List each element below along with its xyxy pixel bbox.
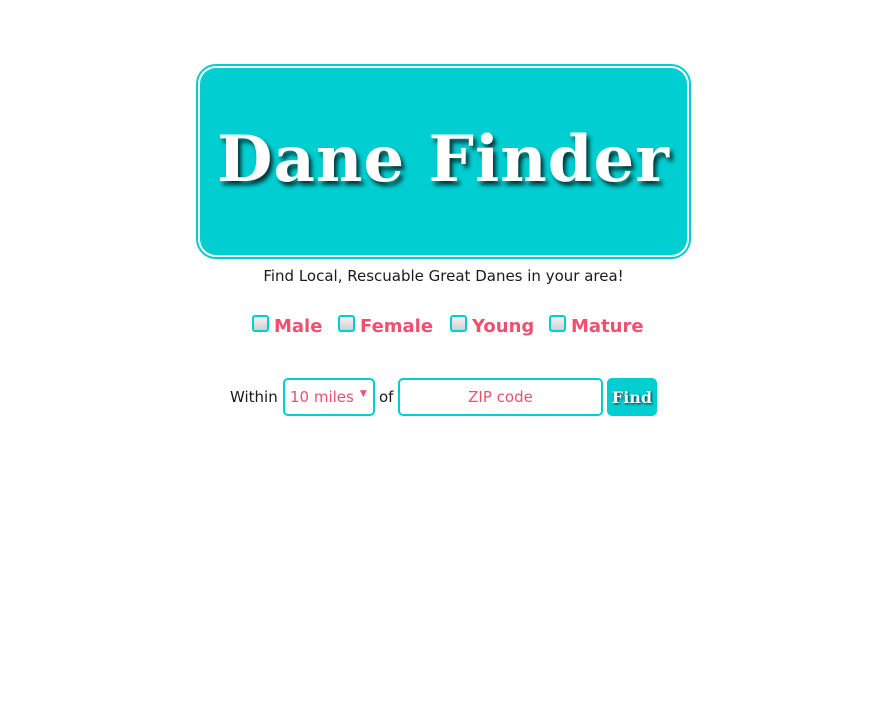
search-row: Within 10 miles ▼ of Find (0, 378, 870, 418)
filter-mature[interactable]: Mature (549, 312, 644, 337)
dropdown-arrow-icon: ▼ (359, 389, 367, 399)
radius-select[interactable]: 10 miles ▼ (283, 378, 375, 416)
filter-female[interactable]: Female (338, 312, 433, 337)
zip-code-input[interactable] (398, 378, 603, 416)
filter-male[interactable]: Male (252, 312, 322, 337)
within-label: Within (230, 388, 278, 406)
header-banner: Dane Finder (196, 64, 691, 259)
filter-label-young: Young (472, 316, 535, 337)
filter-label-female: Female (360, 316, 434, 337)
female-checkbox[interactable] (338, 315, 355, 332)
radius-selected-value: 10 miles (290, 388, 354, 406)
mature-checkbox[interactable] (549, 315, 566, 332)
young-checkbox[interactable] (450, 315, 467, 332)
filter-group: Male Female Young Mature (0, 312, 870, 342)
find-button[interactable]: Find (607, 378, 657, 416)
filter-young[interactable]: Young (450, 312, 534, 337)
tagline: Find Local, Rescuable Great Danes in you… (263, 267, 624, 285)
of-label: of (379, 388, 394, 406)
filter-label-male: Male (274, 316, 323, 337)
page-title: Dane Finder (217, 122, 670, 197)
header-banner-inner: Dane Finder (200, 68, 687, 255)
filter-label-mature: Mature (571, 316, 644, 337)
male-checkbox[interactable] (252, 315, 269, 332)
